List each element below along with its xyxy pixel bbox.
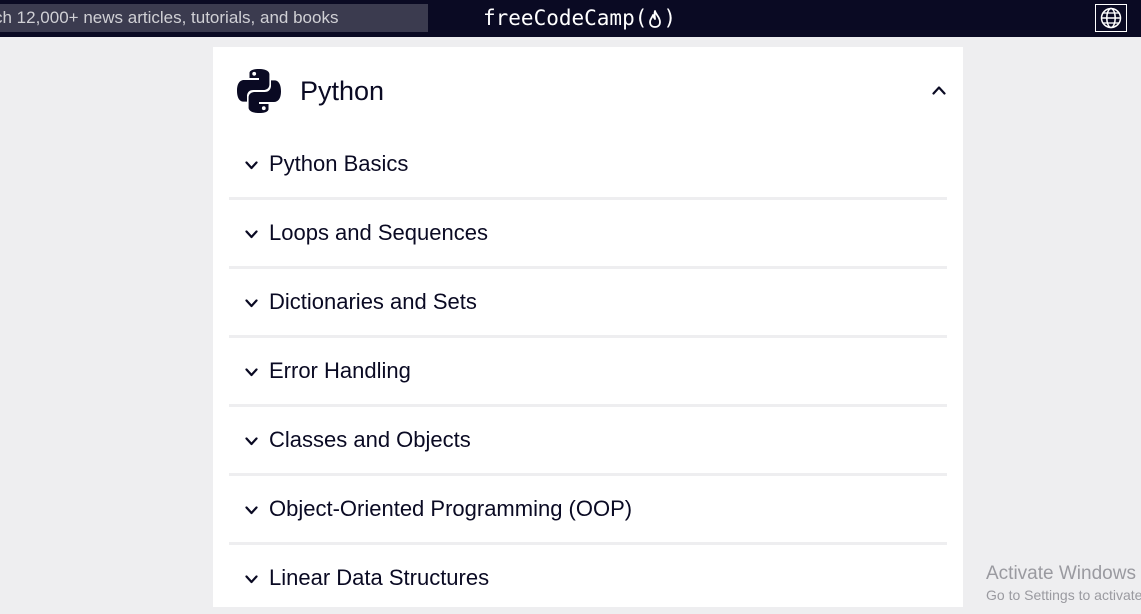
activate-windows-watermark: Activate Windows Go to Settings to activ…: [986, 563, 1141, 605]
chevron-down-icon: [245, 506, 258, 515]
section-python-basics[interactable]: Python Basics: [229, 131, 947, 200]
section-label: Error Handling: [269, 358, 411, 383]
top-nav-bar: ch 12,000+ news articles, tutorials, and…: [0, 0, 1141, 37]
section-label: Loops and Sequences: [269, 220, 488, 245]
section-loops-and-sequences[interactable]: Loops and Sequences: [229, 200, 947, 269]
section-oop[interactable]: Object-Oriented Programming (OOP): [229, 476, 947, 545]
course-card: Python Python Basics Loops and Sequences…: [213, 47, 963, 614]
chevron-down-icon: [245, 575, 258, 584]
section-label: Linear Data Structures: [269, 565, 490, 590]
course-header[interactable]: Python: [213, 47, 963, 135]
section-label: Classes and Objects: [269, 427, 471, 452]
watermark-title: Activate Windows: [986, 563, 1136, 584]
search-input[interactable]: ch 12,000+ news articles, tutorials, and…: [0, 4, 428, 32]
globe-icon: [1100, 7, 1122, 29]
freecodecamp-logo-link[interactable]: freeCodeCamp( ): [483, 0, 676, 37]
section-dictionaries-and-sets[interactable]: Dictionaries and Sets: [229, 269, 947, 338]
section-label: Dictionaries and Sets: [269, 289, 477, 314]
section-classes-and-objects[interactable]: Classes and Objects: [229, 407, 947, 476]
chevron-down-icon: [245, 299, 258, 308]
search-placeholder-text: ch 12,000+ news articles, tutorials, and…: [0, 8, 339, 27]
course-title: Python: [300, 76, 385, 106]
brand-text-prefix: freeCodeCamp(: [483, 6, 648, 30]
chevron-down-icon: [245, 161, 258, 170]
language-button[interactable]: [1095, 4, 1127, 32]
section-label: Python Basics: [269, 151, 409, 176]
section-label: Object-Oriented Programming (OOP): [269, 496, 633, 521]
watermark-subtitle: Go to Settings to activate Windows.: [986, 587, 1141, 603]
course-section-list: Python Basics Loops and Sequences Dictio…: [229, 131, 947, 614]
section-error-handling[interactable]: Error Handling: [229, 338, 947, 407]
chevron-down-icon: [245, 437, 258, 446]
python-logo-icon: [237, 69, 281, 113]
chevron-up-icon[interactable]: [932, 85, 946, 95]
brand-text-suffix: ): [663, 6, 677, 30]
chevron-down-icon: [245, 230, 258, 239]
chevron-down-icon: [245, 368, 258, 377]
flame-icon: [649, 9, 662, 28]
section-linear-data-structures[interactable]: Linear Data Structures: [229, 545, 947, 614]
